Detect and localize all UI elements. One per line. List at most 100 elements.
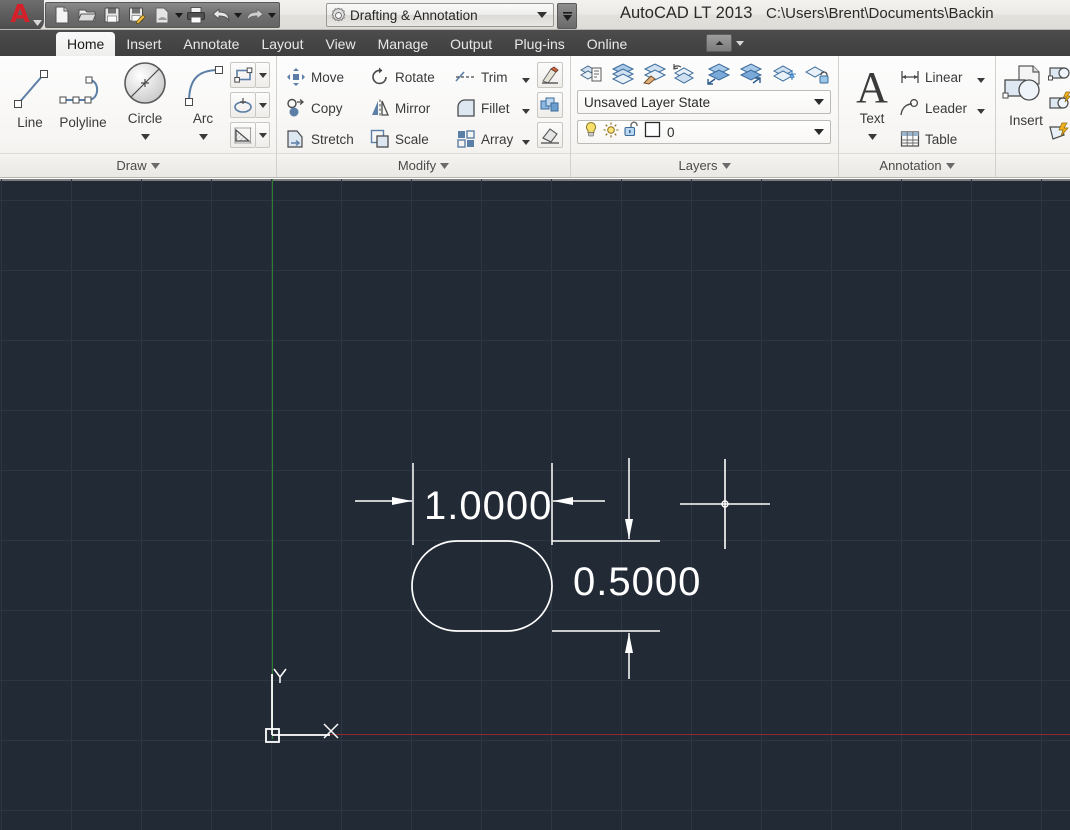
- plot-preview-button[interactable]: [149, 4, 174, 26]
- ribbon-tab-bar: Home Insert Annotate Layout View Manage …: [0, 30, 1070, 56]
- layer-lock-button[interactable]: [803, 60, 831, 87]
- rectangle-tool-caret[interactable]: [256, 62, 270, 88]
- fillet-tool-caret[interactable]: [522, 101, 530, 119]
- layer-match-button[interactable]: [641, 60, 669, 87]
- new-file-button[interactable]: [49, 4, 74, 26]
- plot-button[interactable]: [183, 4, 208, 26]
- chevron-down-icon[interactable]: [198, 127, 208, 145]
- layer-make-current-button[interactable]: [609, 60, 637, 87]
- rotate-tool-button[interactable]: Rotate: [369, 64, 435, 90]
- layer-properties-button[interactable]: [577, 60, 605, 87]
- stretch-tool-button[interactable]: Stretch: [285, 126, 354, 152]
- undo-button[interactable]: [208, 4, 233, 26]
- open-file-button[interactable]: [74, 4, 99, 26]
- clip-button[interactable]: [1046, 118, 1070, 145]
- leader-dimension-button[interactable]: Leader: [899, 95, 967, 121]
- array-tool-caret[interactable]: [522, 132, 530, 150]
- minimize-ribbon-icon[interactable]: [706, 34, 732, 52]
- chevron-down-icon[interactable]: [867, 127, 877, 145]
- match-properties-button[interactable]: [537, 62, 563, 88]
- workspace-value: Drafting & Annotation: [350, 7, 478, 23]
- undo-caret[interactable]: [233, 4, 242, 26]
- define-attributes-button[interactable]: [1046, 88, 1070, 115]
- save-button[interactable]: [99, 4, 124, 26]
- svg-text:A: A: [856, 63, 888, 108]
- copy-tool-button[interactable]: Copy: [285, 95, 343, 121]
- workspace-selector[interactable]: Drafting & Annotation: [326, 3, 554, 27]
- application-menu-button[interactable]: A: [0, 0, 44, 29]
- table-tool-button[interactable]: Table: [899, 126, 957, 152]
- linear-dimension-button[interactable]: Linear: [899, 64, 963, 90]
- chevron-down-icon[interactable]: [808, 99, 830, 105]
- layer-color-swatch[interactable]: [644, 121, 661, 143]
- redo-button[interactable]: [242, 4, 267, 26]
- rectangle-tool-button[interactable]: [230, 62, 256, 88]
- layer-off-button[interactable]: [704, 60, 732, 87]
- ellipse-tool-caret[interactable]: [256, 92, 270, 118]
- fillet-tool-button[interactable]: Fillet: [455, 95, 510, 121]
- line-tool-button[interactable]: Line: [2, 64, 58, 130]
- ucs-y-axis-line: [272, 179, 273, 739]
- tab-manage[interactable]: Manage: [367, 33, 440, 56]
- chevron-down-icon[interactable]: [808, 129, 830, 135]
- panel-title-layers[interactable]: Layers: [571, 153, 838, 177]
- redo-caret[interactable]: [267, 4, 276, 26]
- chevron-down-icon: [258, 132, 267, 138]
- hatch-tool-caret[interactable]: [256, 122, 270, 148]
- tab-annotate[interactable]: Annotate: [172, 33, 250, 56]
- floppy-disk-pencil-icon: [128, 7, 146, 24]
- arc-tool-button[interactable]: Arc: [175, 60, 231, 145]
- tab-plugins[interactable]: Plug-ins: [503, 33, 576, 56]
- layer-previous-button[interactable]: [669, 60, 697, 87]
- layer-isolate-button[interactable]: [736, 60, 764, 87]
- undo-arrow-icon: [212, 8, 229, 22]
- tab-home[interactable]: Home: [56, 32, 116, 56]
- chevron-down-icon[interactable]: [531, 12, 553, 18]
- ribbon-minimize-control[interactable]: [706, 34, 752, 52]
- sun-icon[interactable]: [603, 122, 619, 143]
- trim-tool-button[interactable]: Trim: [455, 64, 508, 90]
- array-tool-button[interactable]: Array: [455, 126, 513, 152]
- hatch-tool-button[interactable]: [230, 122, 256, 148]
- layer-freeze-button[interactable]: [771, 60, 799, 87]
- trim-tool-caret[interactable]: [522, 70, 530, 88]
- define-attributes-icon: [1049, 91, 1070, 109]
- explode-tool-button[interactable]: [537, 92, 563, 118]
- current-layer-combo[interactable]: 0: [577, 120, 831, 144]
- edit-attribute-button[interactable]: [1046, 58, 1070, 85]
- scale-tool-button[interactable]: Scale: [369, 126, 429, 152]
- polyline-tool-button[interactable]: Polyline: [52, 64, 114, 130]
- workspace-more-button[interactable]: [557, 3, 577, 29]
- panel-title-insert[interactable]: [996, 153, 1070, 177]
- lightbulb-icon[interactable]: [584, 121, 598, 143]
- plot-preview-caret[interactable]: [174, 4, 183, 26]
- erase-tool-button[interactable]: [537, 122, 563, 148]
- layer-state-combo[interactable]: Unsaved Layer State: [577, 90, 831, 114]
- circle-tool-button[interactable]: Circle: [117, 60, 173, 145]
- mirror-tool-button[interactable]: Mirror: [369, 95, 430, 121]
- mirror-tool-label: Mirror: [395, 100, 431, 116]
- edit-attribute-icon: [1048, 66, 1070, 80]
- save-as-button[interactable]: [124, 4, 149, 26]
- tab-online[interactable]: Online: [576, 33, 638, 56]
- tab-layout[interactable]: Layout: [250, 33, 314, 56]
- linear-dimension-caret[interactable]: [977, 70, 985, 88]
- tab-output[interactable]: Output: [439, 33, 503, 56]
- move-tool-button[interactable]: Move: [285, 64, 344, 90]
- panel-title-annotation[interactable]: Annotation: [839, 153, 995, 177]
- text-tool-button[interactable]: A Text: [844, 60, 900, 145]
- panel-title-modify[interactable]: Modify: [277, 153, 570, 177]
- printer-icon: [186, 7, 205, 24]
- ellipse-tool-button[interactable]: [230, 92, 256, 118]
- drawing-canvas[interactable]: 1.0000 0.5000: [0, 179, 1070, 830]
- open-padlock-icon[interactable]: [624, 121, 639, 143]
- rectangle-tool-icon: [233, 67, 252, 83]
- line-tool-label: Line: [17, 115, 43, 130]
- tab-insert[interactable]: Insert: [115, 33, 172, 56]
- panel-title-draw[interactable]: Draw: [0, 153, 276, 177]
- chevron-down-icon[interactable]: [140, 127, 150, 145]
- scale-tool-label: Scale: [395, 131, 429, 147]
- polyline-tool-icon: [56, 64, 110, 112]
- leader-dimension-caret[interactable]: [977, 101, 985, 119]
- tab-view[interactable]: View: [314, 33, 366, 56]
